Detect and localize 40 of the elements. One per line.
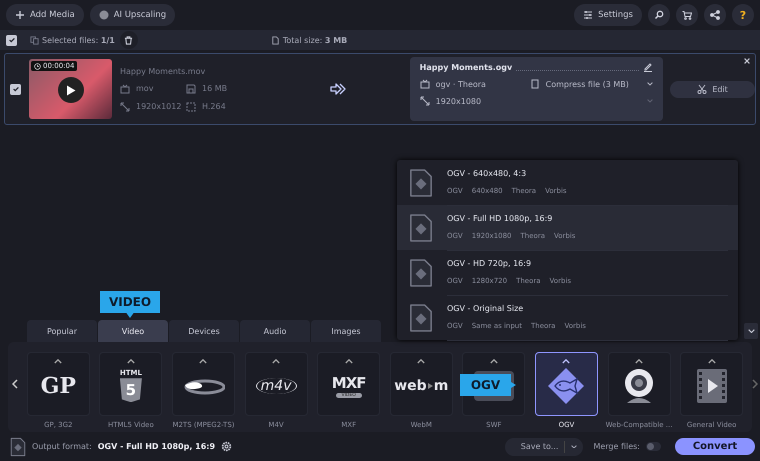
total-size-text: Total size: 3 MB <box>282 36 348 44</box>
format-tab[interactable]: Video <box>98 320 168 342</box>
save-to-button[interactable]: Save to... <box>504 438 584 456</box>
tile-logo: GP <box>40 372 76 399</box>
output-format-label: Output format: <box>32 442 92 451</box>
output-format-text: ogv · Theora <box>436 80 486 88</box>
settings-button[interactable]: Settings <box>574 4 642 26</box>
format-text: mov <box>136 84 154 93</box>
tile-logo: web m <box>394 378 448 394</box>
format-tab[interactable]: Popular <box>27 320 97 342</box>
tab-tooltip: VIDEO <box>100 291 160 318</box>
edit-button[interactable]: Edit <box>670 80 755 98</box>
format-tab[interactable]: Devices <box>169 320 239 342</box>
tile-tooltip: OGV <box>460 374 516 396</box>
selected-files-text: Selected files: 1/1 <box>42 36 115 44</box>
output-file-name[interactable]: Happy Moments.ogv <box>420 62 512 72</box>
format-tile[interactable]: GP <box>26 352 90 416</box>
tile-logo: MXF <box>332 374 366 392</box>
ai-upscaling-button[interactable]: AI Upscaling <box>90 4 176 26</box>
shield-logo: 5 <box>120 378 142 402</box>
preset-title: OGV - 640x480, 4:3 <box>447 169 528 178</box>
output-format-value: OGV - Full HD 1080p, 16:9 <box>98 442 216 451</box>
preset-title: OGV - Original Size <box>447 304 524 313</box>
format-tab[interactable]: Audio <box>240 320 310 342</box>
format-tile[interactable]: web m <box>390 352 453 416</box>
tile-logo: m4v <box>256 378 296 394</box>
convert-button[interactable]: Convert <box>675 438 755 455</box>
format-tile[interactable]: m4v <box>244 352 308 416</box>
compress-dropdown[interactable]: Compress file (3 MB) <box>546 80 629 88</box>
format-tab[interactable]: Images <box>311 320 381 342</box>
file-name: Happy Moments.mov <box>120 66 206 76</box>
codec-text: H.264 <box>202 102 226 111</box>
size-text: 16 MB <box>202 84 228 93</box>
add-media-button[interactable]: Add Media <box>6 4 84 26</box>
help-button[interactable]: ? <box>732 4 754 26</box>
preset-title: OGV - HD 720p, 16:9 <box>447 259 532 268</box>
preset-title: OGV - Full HD 1080p, 16:9 <box>447 214 554 223</box>
merge-files-label: Merge files: <box>593 442 640 451</box>
resolution-text: 1920x1012 <box>136 102 182 111</box>
output-resolution-text: 1920x1080 <box>436 96 482 106</box>
